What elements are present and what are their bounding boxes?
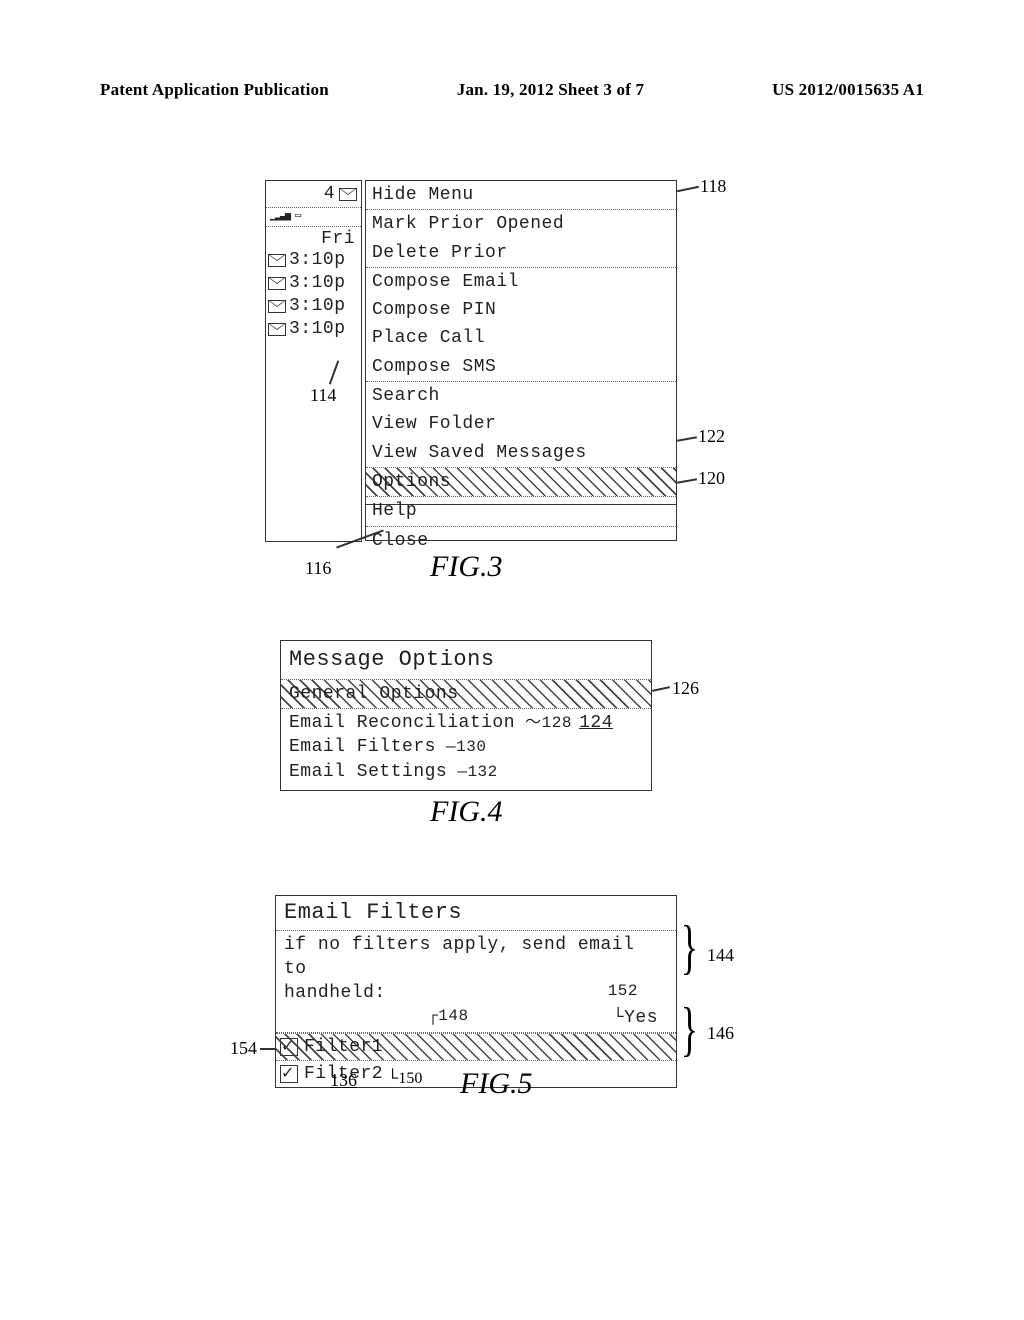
- message-row[interactable]: 3:10p: [266, 295, 361, 318]
- message-row[interactable]: 3:10p: [266, 249, 361, 272]
- menu-compose-email[interactable]: Compose Email: [366, 268, 676, 296]
- message-list-panel: 4 ▁▂▃▅ ▭ Fri 3:10p 3:10p 3:10p 3:10p: [265, 180, 362, 542]
- general-options-row[interactable]: General Options: [281, 680, 651, 709]
- callout-122: 122: [698, 426, 725, 447]
- envelope-icon: [268, 323, 286, 336]
- unread-count: 4: [324, 182, 335, 206]
- msg-time: 3:10p: [289, 294, 346, 318]
- figure-4-caption: FIG.4: [430, 795, 502, 829]
- menu-view-folder[interactable]: View Folder: [366, 410, 676, 438]
- figure-4: Message Options General Options Email Re…: [280, 640, 680, 800]
- callout-124: 124: [579, 711, 613, 735]
- email-settings-row[interactable]: Email Settings —132: [289, 760, 643, 784]
- day-label: Fri: [266, 227, 361, 249]
- filter1-label: Filter1: [304, 1035, 383, 1059]
- callout-154: 154: [230, 1038, 257, 1059]
- msg-time: 3:10p: [289, 317, 346, 341]
- brace-icon: }: [681, 913, 698, 982]
- header-left: Patent Application Publication: [100, 80, 329, 100]
- header-center: Jan. 19, 2012 Sheet 3 of 7: [457, 80, 644, 100]
- email-filters-body: if no filters apply, send email to handh…: [276, 931, 676, 1033]
- context-menu: Hide Menu Mark Prior Opened Delete Prior…: [365, 180, 677, 505]
- msg-time: 3:10p: [289, 248, 346, 272]
- email-filters-row[interactable]: Email Filters —130: [289, 735, 643, 759]
- callout-120: 120: [698, 468, 725, 489]
- callout-118: 118: [700, 176, 726, 197]
- envelope-icon: [339, 188, 357, 201]
- message-row[interactable]: 3:10p: [266, 272, 361, 295]
- menu-delete-prior[interactable]: Delete Prior: [366, 239, 676, 267]
- callout-150: └150: [387, 1070, 422, 1088]
- menu-compose-pin[interactable]: Compose PIN: [366, 296, 676, 324]
- callout-146: 146: [707, 1023, 734, 1044]
- status-bar: 4: [266, 181, 361, 208]
- filters-line2: handheld:: [284, 981, 386, 1005]
- callout-144: 144: [707, 945, 734, 966]
- filters-line1: if no filters apply, send email to: [284, 933, 668, 982]
- filter1-checkbox[interactable]: [280, 1038, 298, 1056]
- callout-152: 152: [608, 981, 638, 1005]
- callout-126: 126: [672, 678, 699, 699]
- menu-search[interactable]: Search: [366, 382, 676, 410]
- figure-3: 4 ▁▂▃▅ ▭ Fri 3:10p 3:10p 3:10p 3:10p Hid…: [265, 180, 725, 580]
- message-options-panel: Message Options General Options Email Re…: [280, 640, 652, 791]
- filter2-checkbox[interactable]: [280, 1065, 298, 1083]
- options-body: Email Reconciliation ～128 124 Email Filt…: [281, 709, 651, 790]
- menu-view-saved[interactable]: View Saved Messages: [366, 439, 676, 467]
- email-filters-panel: Email Filters if no filters apply, send …: [275, 895, 677, 1088]
- message-options-title: Message Options: [281, 641, 651, 680]
- email-reconciliation-row[interactable]: Email Reconciliation ～128 124: [289, 711, 643, 735]
- figure-3-caption: FIG.3: [430, 550, 502, 584]
- header-right: US 2012/0015635 A1: [772, 80, 924, 100]
- message-row[interactable]: 3:10p: [266, 318, 361, 341]
- figure-5-caption: FIG.5: [460, 1067, 532, 1101]
- figure-5: Email Filters if no filters apply, send …: [275, 895, 705, 1095]
- signal-icon: ▁▂▃▅ ▭: [270, 210, 300, 224]
- msg-time: 3:10p: [289, 271, 346, 295]
- menu-mark-prior[interactable]: Mark Prior Opened: [366, 210, 676, 238]
- callout-148: 148: [438, 1007, 468, 1025]
- callout-136: 136: [330, 1070, 357, 1091]
- menu-footer-box: [365, 503, 677, 541]
- menu-compose-sms[interactable]: Compose SMS: [366, 353, 676, 381]
- menu-options[interactable]: Options: [366, 468, 676, 496]
- callout-116: 116: [305, 558, 331, 579]
- email-filters-title: Email Filters: [276, 896, 676, 931]
- envelope-icon: [268, 254, 286, 267]
- page-header: Patent Application Publication Jan. 19, …: [100, 80, 924, 100]
- menu-hide[interactable]: Hide Menu: [366, 181, 676, 209]
- envelope-icon: [268, 277, 286, 290]
- callout-114: 114: [310, 385, 336, 406]
- signal-row: ▁▂▃▅ ▭: [266, 208, 361, 227]
- yes-value[interactable]: Yes: [624, 1008, 658, 1028]
- menu-place-call[interactable]: Place Call: [366, 324, 676, 352]
- envelope-icon: [268, 300, 286, 313]
- brace-icon: }: [681, 995, 698, 1064]
- filter1-row[interactable]: Filter1: [276, 1033, 676, 1061]
